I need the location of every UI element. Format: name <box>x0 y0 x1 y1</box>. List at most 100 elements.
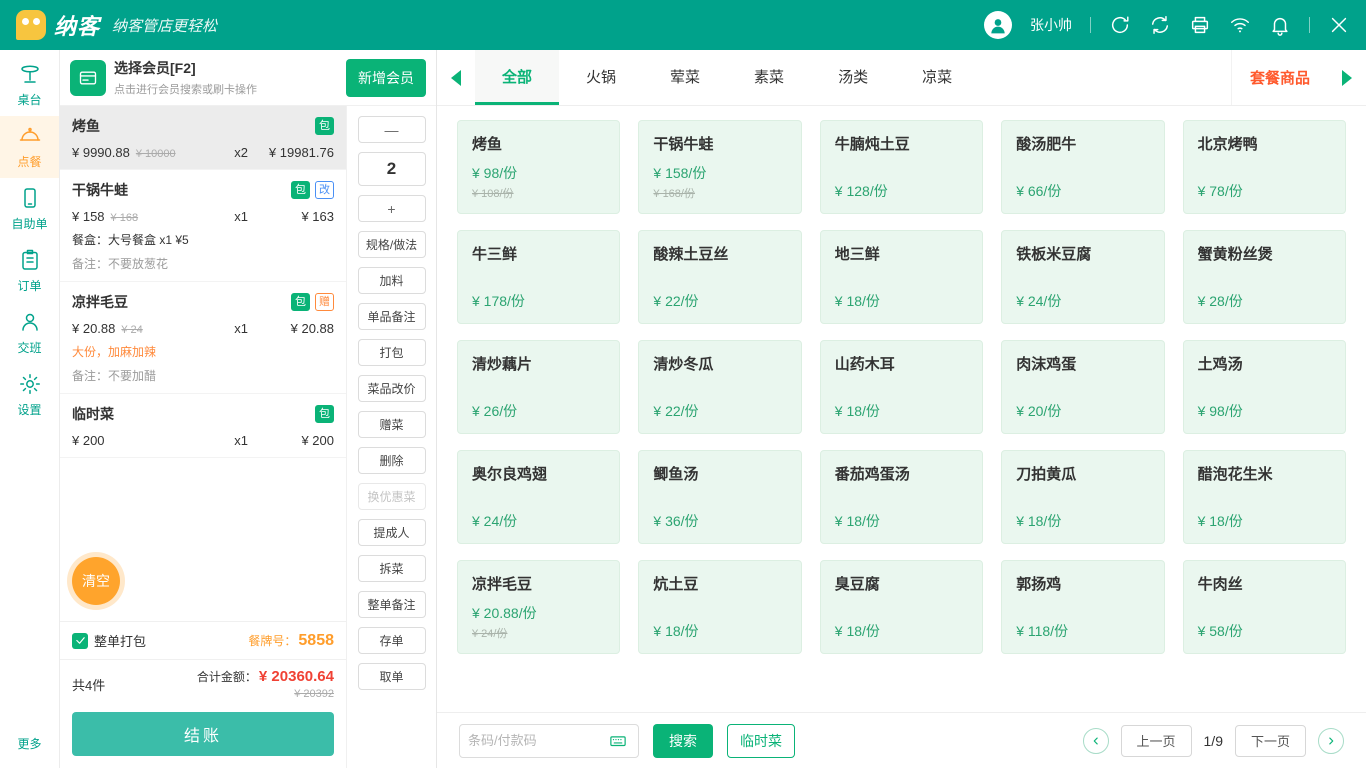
category-tab-hotpot[interactable]: 火锅 <box>559 50 643 105</box>
sidebar-item-more[interactable]: 更多 <box>0 698 59 760</box>
action-retrieve-order-button[interactable]: 取单 <box>358 663 426 690</box>
menu-item-name: 番茄鸡蛋汤 <box>835 463 968 484</box>
sync-icon[interactable] <box>1109 14 1131 36</box>
order-item-ganguo-niuwa[interactable]: 干锅牛蛙 包 改 ¥ 158 ¥ 168 x1 ¥ 163 <box>60 170 346 282</box>
menu-item-card[interactable]: 山药木耳 ¥ 18/份 <box>820 340 983 434</box>
chevron-right-icon[interactable] <box>1318 728 1344 754</box>
menu-item-card[interactable]: 地三鲜 ¥ 18/份 <box>820 230 983 324</box>
sidebar-item-self-order[interactable]: 自助单 <box>0 178 59 240</box>
menu-item-card[interactable]: 番茄鸡蛋汤 ¥ 18/份 <box>820 450 983 544</box>
qty-increase-button[interactable]: + <box>358 195 426 222</box>
order-item-kaoyu[interactable]: 烤鱼 包 ¥ 9990.88 ¥ 10000 x2 ¥ 19981.76 <box>60 106 346 170</box>
action-order-note-button[interactable]: 整单备注 <box>358 591 426 618</box>
sidebar-item-settings[interactable]: 设置 <box>0 364 59 426</box>
action-spec-button[interactable]: 规格/做法 <box>358 231 426 258</box>
dish-price: ¥ 158 <box>72 209 105 224</box>
menu-item-card[interactable]: 刀拍黄瓜 ¥ 18/份 <box>1001 450 1164 544</box>
category-scroll-right-button[interactable] <box>1328 50 1366 105</box>
menu-item-name: 土鸡汤 <box>1198 353 1331 374</box>
order-total-row: 共4件 合计金额： ¥ 20360.64 ¥ 20392 <box>60 659 346 706</box>
bell-icon[interactable] <box>1269 14 1291 36</box>
user-avatar[interactable] <box>984 11 1012 39</box>
category-tab-meat[interactable]: 荤菜 <box>643 50 727 105</box>
menu-item-card[interactable]: 肉沫鸡蛋 ¥ 20/份 <box>1001 340 1164 434</box>
order-item-linshicai[interactable]: 临时菜 包 ¥ 200 x1 ¥ 200 <box>60 394 346 458</box>
chevron-left-icon[interactable] <box>1083 728 1109 754</box>
qty-decrease-button[interactable]: — <box>358 116 426 143</box>
total-value: ¥ 20360.64 <box>259 668 334 685</box>
menu-item-name: 郭扬鸡 <box>1016 573 1149 594</box>
menu-item-card[interactable]: 牛腩炖土豆 ¥ 128/份 <box>820 120 983 214</box>
menu-item-card[interactable]: 奥尔良鸡翅 ¥ 24/份 <box>457 450 620 544</box>
menu-item-name: 臭豆腐 <box>835 573 968 594</box>
order-item-liangban-maodou[interactable]: 凉拌毛豆 包 赠 ¥ 20.88 ¥ 24 x1 ¥ 20.88 <box>60 282 346 394</box>
add-member-button[interactable]: 新增会员 <box>346 59 426 97</box>
menu-item-card[interactable]: 清炒藕片 ¥ 26/份 <box>457 340 620 434</box>
prev-page-button[interactable]: 上一页 <box>1121 725 1192 757</box>
combo-products-tab[interactable]: 套餐商品 <box>1231 50 1328 105</box>
action-swap-promo-button[interactable]: 换优惠菜 <box>358 483 426 510</box>
category-tab-all[interactable]: 全部 <box>475 50 559 105</box>
wifi-icon[interactable] <box>1229 14 1251 36</box>
search-button[interactable]: 搜索 <box>653 724 713 758</box>
refresh-icon[interactable] <box>1149 14 1171 36</box>
menu-item-card[interactable]: 铁板米豆腐 ¥ 24/份 <box>1001 230 1164 324</box>
menu-item-card[interactable]: 清炒冬瓜 ¥ 22/份 <box>638 340 801 434</box>
menu-item-card[interactable]: 干锅牛蛙 ¥ 158/份 ¥ 168/份 <box>638 120 801 214</box>
menu-item-card[interactable]: 郭扬鸡 ¥ 118/份 <box>1001 560 1164 654</box>
clear-order-button[interactable]: 清空 <box>72 557 120 605</box>
menu-item-card[interactable]: 酸辣土豆丝 ¥ 22/份 <box>638 230 801 324</box>
menu-item-card[interactable]: 醋泡花生米 ¥ 18/份 <box>1183 450 1346 544</box>
action-delete-button[interactable]: 删除 <box>358 447 426 474</box>
menu-item-price: ¥ 24/份 <box>472 511 605 531</box>
temp-dish-button[interactable]: 临时菜 <box>727 724 795 758</box>
action-topping-button[interactable]: 加料 <box>358 267 426 294</box>
action-item-note-button[interactable]: 单品备注 <box>358 303 426 330</box>
sidebar-item-tables[interactable]: 桌台 <box>0 54 59 116</box>
menu-item-card[interactable]: 臭豆腐 ¥ 18/份 <box>820 560 983 654</box>
category-tab-soup[interactable]: 汤类 <box>811 50 895 105</box>
sidebar-item-order-dishes[interactable]: 点餐 <box>0 116 59 178</box>
menu-item-card[interactable]: 土鸡汤 ¥ 98/份 <box>1183 340 1346 434</box>
checkout-button[interactable]: 结账 <box>72 712 334 756</box>
action-commission-button[interactable]: 提成人 <box>358 519 426 546</box>
action-save-order-button[interactable]: 存单 <box>358 627 426 654</box>
order-items-list: 烤鱼 包 ¥ 9990.88 ¥ 10000 x2 ¥ 19981.76 <box>60 106 346 621</box>
menu-item-card[interactable]: 凉拌毛豆 ¥ 20.88/份 ¥ 24/份 <box>457 560 620 654</box>
menu-area: 烤鱼 ¥ 98/份 ¥ 108/份 干锅牛蛙 ¥ 158/份 ¥ 168/份 牛… <box>437 106 1366 712</box>
menu-item-card[interactable]: 炕土豆 ¥ 18/份 <box>638 560 801 654</box>
sidebar-item-shift[interactable]: 交班 <box>0 302 59 364</box>
menu-item-card[interactable]: 北京烤鸭 ¥ 78/份 <box>1183 120 1346 214</box>
menu-item-card[interactable]: 蟹黄粉丝煲 ¥ 28/份 <box>1183 230 1346 324</box>
menu-item-card[interactable]: 酸汤肥牛 ¥ 66/份 <box>1001 120 1164 214</box>
action-pack-button[interactable]: 打包 <box>358 339 426 366</box>
menu-item-price: ¥ 158/份 <box>653 163 786 183</box>
sidebar-item-orders[interactable]: 订单 <box>0 240 59 302</box>
menu-item-name: 刀拍黄瓜 <box>1016 463 1149 484</box>
action-change-price-button[interactable]: 菜品改价 <box>358 375 426 402</box>
action-gift-button[interactable]: 赠菜 <box>358 411 426 438</box>
menu-item-card[interactable]: 牛三鲜 ¥ 178/份 <box>457 230 620 324</box>
category-scroll-left-button[interactable] <box>437 50 475 105</box>
brand-logo-icon <box>16 10 46 40</box>
pack-all-label[interactable]: 整单打包 <box>94 631 146 650</box>
member-texts[interactable]: 选择会员[F2] 点击进行会员搜索或刷卡操作 <box>114 58 257 97</box>
category-tab-cold[interactable]: 凉菜 <box>895 50 979 105</box>
close-icon[interactable] <box>1328 14 1350 36</box>
member-card-icon[interactable] <box>70 60 106 96</box>
printer-icon[interactable] <box>1189 14 1211 36</box>
action-split-dish-button[interactable]: 拆菜 <box>358 555 426 582</box>
left-nav: 桌台 点餐 自助单 订单 交班 设置 <box>0 50 60 768</box>
menu-item-card[interactable]: 牛肉丝 ¥ 58/份 <box>1183 560 1346 654</box>
menu-item-price: ¥ 26/份 <box>472 401 605 421</box>
badges: 包 <box>315 117 334 135</box>
dish-price: ¥ 200 <box>72 433 105 448</box>
scan-code-input[interactable] <box>468 733 600 748</box>
menu-item-price: ¥ 78/份 <box>1198 181 1331 201</box>
menu-item-card[interactable]: 烤鱼 ¥ 98/份 ¥ 108/份 <box>457 120 620 214</box>
keyboard-icon[interactable] <box>606 732 630 750</box>
next-page-button[interactable]: 下一页 <box>1235 725 1306 757</box>
menu-item-card[interactable]: 鲫鱼汤 ¥ 36/份 <box>638 450 801 544</box>
pack-all-checkbox[interactable] <box>72 633 88 649</box>
category-tab-vegetable[interactable]: 素菜 <box>727 50 811 105</box>
